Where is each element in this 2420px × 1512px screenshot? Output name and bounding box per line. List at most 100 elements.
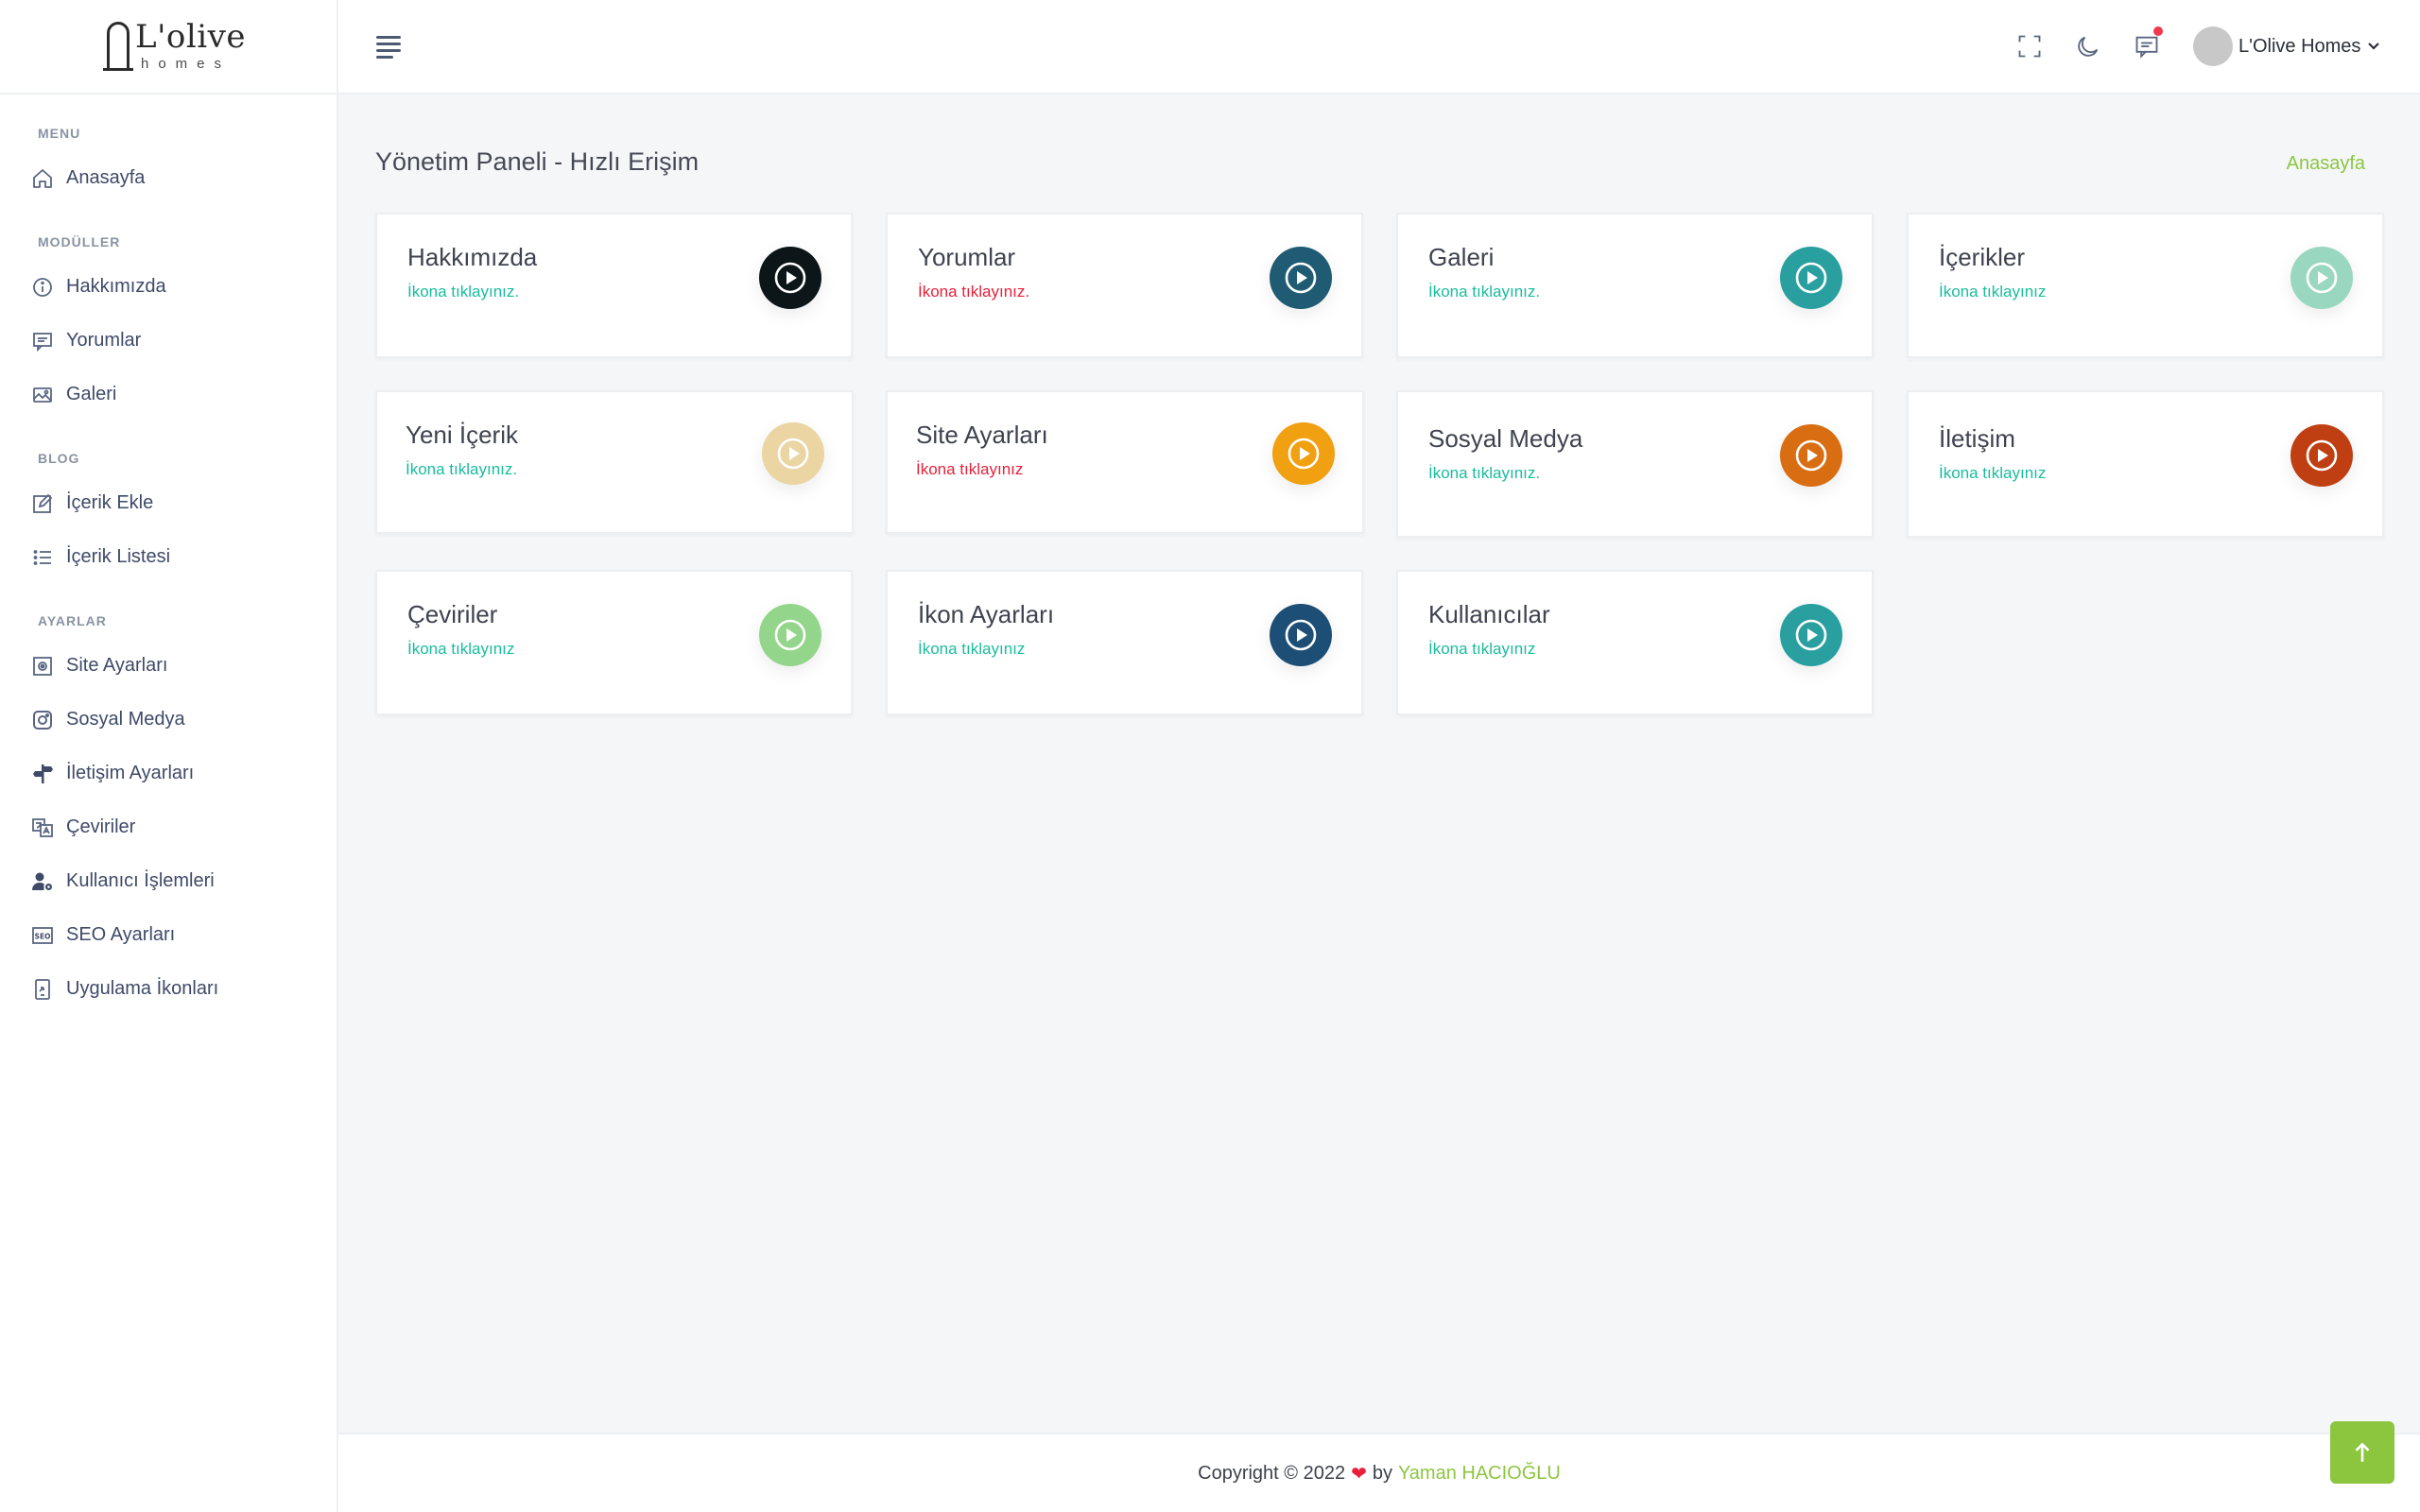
notification-badge (2153, 26, 2163, 36)
nav-section-settings: AYARLAR (38, 613, 107, 628)
card-title: Hakkımızda (407, 243, 538, 271)
arrow-up-icon (2355, 1442, 2370, 1462)
play-icon[interactable] (1270, 604, 1332, 666)
chevron-down-icon (2368, 43, 2380, 50)
sidebar-item-label: Yorumlar (66, 330, 142, 351)
nav-section-modules: MODÜLLER (38, 234, 121, 249)
user-menu[interactable]: L'Olive Homes (2193, 26, 2381, 66)
card-subtitle: İkona tıklayınız. (407, 283, 520, 301)
user-name: L'Olive Homes (2238, 35, 2361, 57)
heart-icon: ❤ (1351, 1463, 1367, 1485)
card-subtitle: İkona tıklayınız. (1428, 283, 1541, 301)
sidebar-item-iletisim-ayarlari[interactable]: İletişim Ayarları (0, 747, 337, 800)
card-subtitle: İkona tıklayınız (407, 640, 515, 658)
gallery-icon (30, 383, 55, 407)
breadcrumb[interactable]: Anasayfa (2287, 153, 2365, 175)
logo-arch-icon (107, 22, 130, 71)
sidebar: L'olive homes MENU Anasayfa MODÜLLER Hak… (0, 0, 338, 1512)
page-header: Yönetim Paneli - Hızlı Erişim Anasayfa (375, 144, 2387, 181)
card-yeni-icerik: Yeni İçerik İkona tıklayınız. (375, 390, 854, 534)
brand-name: L'olive (135, 18, 246, 56)
scroll-to-top-button[interactable] (2330, 1421, 2394, 1484)
brand-mark: L'olive homes (103, 18, 245, 75)
play-icon[interactable] (2290, 247, 2353, 309)
fullscreen-icon[interactable] (2015, 32, 2044, 60)
list-icon (30, 545, 55, 570)
card-site-ayarlari: Site Ayarları İkona tıklayınız (886, 390, 1364, 534)
card-title: Yeni İçerik (406, 421, 518, 449)
topbar: L'Olive Homes (338, 0, 2420, 94)
comment-icon (30, 329, 55, 353)
sidebar-item-anasayfa[interactable]: Anasayfa (0, 151, 337, 205)
card-title: İçerikler (1939, 243, 2026, 271)
dark-mode-moon-icon[interactable] (2074, 32, 2102, 60)
card-title: Kullanıcılar (1428, 600, 1550, 628)
play-icon[interactable] (1780, 604, 1842, 666)
play-icon[interactable] (1780, 424, 1842, 487)
sidebar-item-label: Hakkımızda (66, 276, 166, 297)
play-icon[interactable] (1270, 247, 1332, 309)
sidebar-item-label: İçerik Ekle (66, 492, 154, 513)
card-iletisim: İletişim İkona tıklayınız (1907, 390, 2384, 538)
sidebar-item-label: İletişim Ayarları (66, 763, 195, 783)
info-icon (30, 275, 55, 300)
copyright-text: Copyright © 2022 (1198, 1462, 1346, 1484)
home-icon (30, 166, 55, 191)
card-ceviriler: Çeviriler İkona tıklayınız (375, 570, 853, 715)
card-subtitle: İkona tıklayınız (1428, 640, 1536, 658)
svg-text:SEO: SEO (35, 932, 51, 940)
play-icon[interactable] (759, 604, 821, 666)
sidebar-item-icerik-ekle[interactable]: İçerik Ekle (0, 476, 337, 530)
menu-toggle-icon[interactable] (376, 36, 401, 59)
footer-by: by (1372, 1462, 1392, 1484)
instagram-icon (30, 708, 55, 732)
sidebar-item-site-ayarlari[interactable]: Site Ayarları (0, 639, 337, 693)
sidebar-item-icerik-listesi[interactable]: İçerik Listesi (0, 530, 337, 584)
card-title: İletişim (1939, 424, 2015, 453)
card-subtitle: İkona tıklayınız. (406, 460, 518, 478)
sidebar-item-label: Uygulama İkonları (66, 978, 219, 999)
card-subtitle: İkona tıklayınız (1939, 464, 2047, 482)
app-icon (30, 977, 55, 1002)
seo-icon: SEO (30, 923, 55, 948)
brand-logo[interactable]: L'olive homes (0, 0, 337, 94)
card-hakkimizda: Hakkımızda İkona tıklayınız. (375, 213, 853, 358)
sidebar-item-label: Sosyal Medya (66, 709, 185, 730)
card-kullanicilar: Kullanıcılar İkona tıklayınız (1396, 570, 1874, 715)
sidebar-item-hakkimizda[interactable]: Hakkımızda (0, 260, 337, 314)
card-subtitle: İkona tıklayınız (918, 640, 1026, 658)
sidebar-item-kullanici-islemleri[interactable]: Kullanıcı İşlemleri (0, 854, 337, 908)
card-title: Yorumlar (918, 243, 1016, 271)
play-icon[interactable] (759, 247, 821, 309)
play-icon[interactable] (1272, 422, 1335, 485)
play-icon[interactable] (1780, 247, 1842, 309)
logo-base (103, 68, 133, 71)
card-sosyal-medya: Sosyal Medya İkona tıklayınız. (1396, 390, 1874, 538)
card-icerikler: İçerikler İkona tıklayınız (1907, 213, 2384, 358)
play-icon[interactable] (2290, 424, 2353, 487)
avatar (2193, 26, 2233, 66)
sidebar-item-label: Kullanıcı İşlemleri (66, 870, 215, 891)
card-yorumlar: Yorumlar İkona tıklayınız. (886, 213, 1363, 358)
card-title: İkon Ayarları (918, 600, 1055, 628)
sidebar-item-galeri[interactable]: Galeri (0, 368, 337, 421)
sidebar-item-uygulama-ikonlari[interactable]: Uygulama İkonları (0, 962, 337, 1016)
sidebar-item-yorumlar[interactable]: Yorumlar (0, 314, 337, 368)
settings-box-icon (30, 654, 55, 679)
edit-icon (30, 491, 55, 516)
notifications-message-icon[interactable] (2133, 26, 2163, 60)
play-icon[interactable] (762, 422, 824, 485)
author-link[interactable]: Yaman HACIOĞLU (1398, 1463, 1561, 1485)
sidebar-item-seo-ayarlari[interactable]: SEO SEO Ayarları (0, 908, 337, 962)
card-subtitle: İkona tıklayınız. (918, 283, 1030, 301)
card-title: Site Ayarları (916, 421, 1048, 449)
footer: Copyright © 2022 ❤ by Yaman HACIOĞLU (338, 1433, 2420, 1512)
nav-section-blog: BLOG (38, 451, 80, 466)
user-cog-icon (30, 869, 55, 894)
card-title: Sosyal Medya (1428, 424, 1583, 453)
sidebar-item-sosyal-medya[interactable]: Sosyal Medya (0, 693, 337, 747)
card-title: Galeri (1428, 243, 1495, 271)
brand-subtitle: homes (141, 56, 232, 72)
sidebar-item-ceviriler[interactable]: Çeviriler (0, 800, 337, 854)
sidebar-nav: MENU Anasayfa MODÜLLER Hakkımızda Yoruml… (0, 94, 337, 1016)
